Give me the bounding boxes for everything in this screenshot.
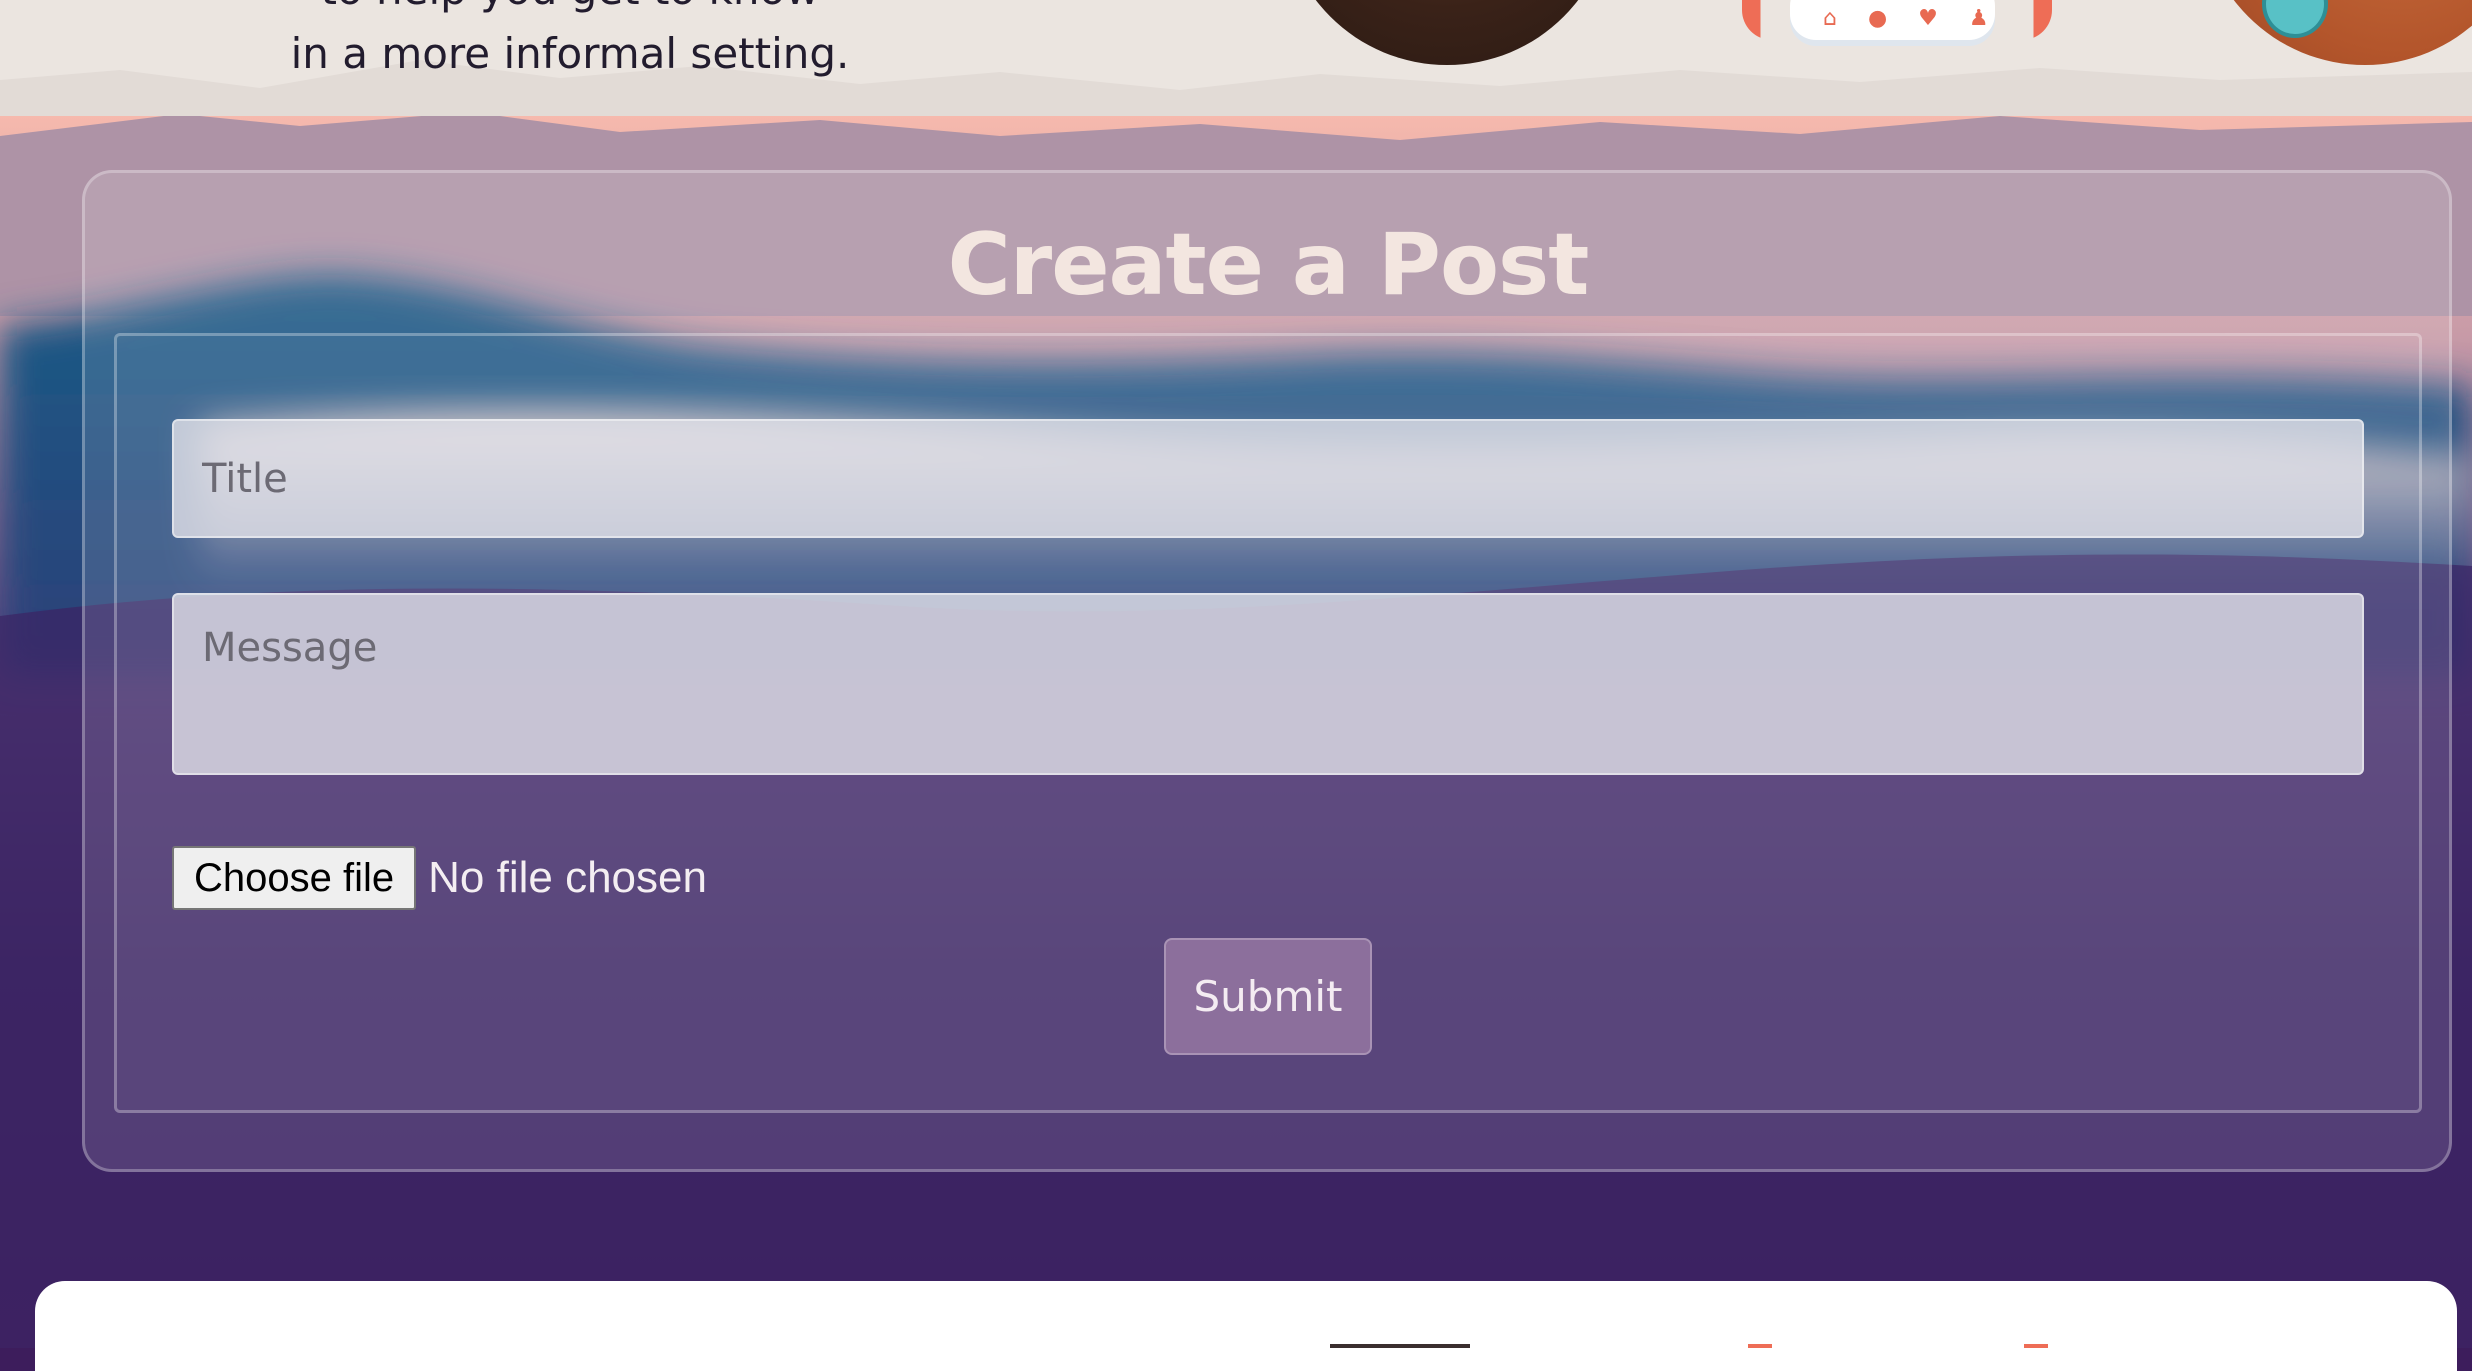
hero-text-line-partial: to help you get to know bbox=[200, 0, 940, 22]
file-upload-row: Choose file No file chosen bbox=[172, 846, 707, 910]
next-section-card bbox=[35, 1281, 2457, 1371]
submit-button[interactable]: Submit bbox=[1164, 938, 1372, 1055]
choose-file-button[interactable]: Choose file bbox=[172, 846, 417, 910]
phone-nav-icons: ⌂ ● ♥ ♟ bbox=[1823, 6, 2001, 31]
file-status-text: No file chosen bbox=[428, 853, 707, 902]
page-title: Create a Post bbox=[947, 215, 1590, 315]
next-section-illustration-edge bbox=[1748, 1344, 2048, 1348]
next-section-avatar-edge bbox=[1330, 1344, 1470, 1348]
hero-text-line: in a more informal setting. bbox=[290, 29, 850, 78]
message-textarea[interactable] bbox=[172, 593, 2364, 775]
title-input[interactable] bbox=[172, 419, 2364, 538]
hero-intro-text: to help you get to know in a more inform… bbox=[200, 0, 940, 86]
hero-section: to help you get to know in a more inform… bbox=[0, 0, 2472, 116]
